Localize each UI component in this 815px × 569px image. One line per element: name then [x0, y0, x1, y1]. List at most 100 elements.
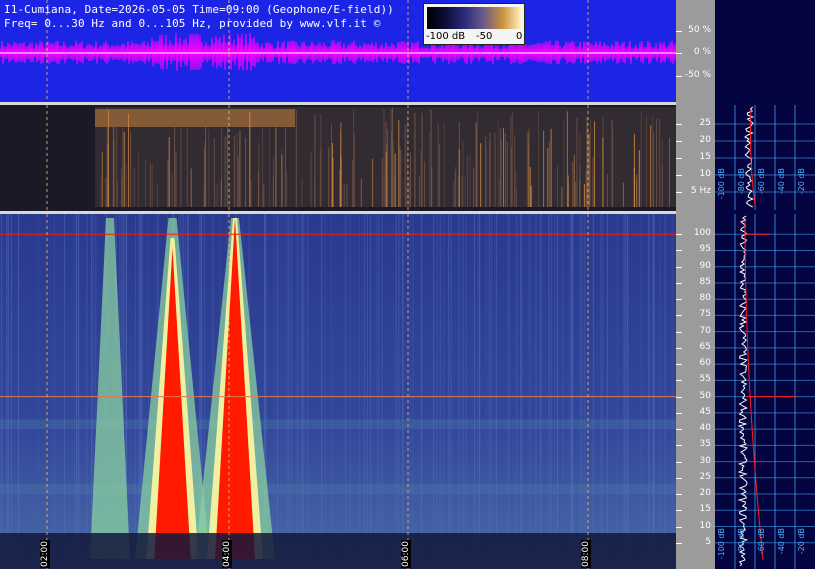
spectrogram-low-streak — [400, 150, 402, 207]
spectrogram-full-streak — [539, 214, 541, 569]
spectrogram-low-streak — [353, 109, 355, 207]
spectrogram-low-streak — [418, 175, 420, 207]
spec-full-tick-mark — [676, 315, 682, 316]
spectrogram-low-streak — [512, 111, 513, 207]
spec-full-tick-mark — [676, 543, 682, 544]
waveform-trace — [0, 32, 676, 72]
spec-full-tick-mark — [676, 494, 682, 495]
spectrogram-low-streak — [557, 165, 558, 207]
spectrogram-low-streak — [572, 161, 574, 207]
spectrogram-low-streak — [100, 177, 102, 207]
waveform-tick-mark — [676, 53, 682, 54]
spectrogram-low-streak — [310, 152, 312, 207]
profile-level-label-upper: -40 dB — [777, 168, 786, 195]
waveform-tick-mark — [676, 31, 682, 32]
spectrogram-full-streak — [349, 214, 351, 569]
spectrogram-low-streak — [543, 130, 545, 207]
spec-full-tick-mark — [676, 527, 682, 528]
spectrogram-low-streak — [566, 111, 568, 207]
spectrogram-low-streak — [594, 121, 595, 207]
spectrogram-full-streak — [465, 214, 467, 569]
spectrogram-low-streak — [117, 180, 118, 207]
spectrogram-full-streak — [519, 214, 521, 569]
spectrogram-full-streak — [462, 214, 464, 569]
spectrogram-low-streak — [464, 177, 466, 207]
spectrogram-low-streak — [499, 127, 501, 207]
spectrogram-low-streak — [138, 150, 140, 207]
spectrogram-low-streak — [458, 176, 460, 207]
colorbar-min-label: -100 dB — [426, 31, 466, 42]
spectrogram-full-streak — [508, 214, 510, 569]
spectrogram-low-streak — [272, 157, 274, 207]
spectrogram-low-streak — [640, 110, 642, 207]
spectrogram-full-streak — [301, 214, 303, 569]
spectrogram-low-streak — [250, 180, 252, 207]
spectrogram-full-streak — [664, 214, 666, 569]
spectrogram-full-streak — [485, 214, 487, 569]
spectrogram-low-streak — [514, 135, 516, 207]
spectrogram-low-streak — [236, 133, 238, 207]
spectrogram-low-streak — [414, 112, 416, 207]
spectrogram-full-streak — [276, 214, 278, 569]
spectral-profile-plot — [715, 105, 815, 569]
spectrogram-full-streak — [378, 214, 380, 569]
colorbar-legend: -100 dB -50 0 — [423, 3, 525, 45]
spectrogram-low-streak — [123, 131, 125, 207]
spec-full-tick-mark — [676, 299, 682, 300]
spectrogram-full-streak — [624, 214, 626, 569]
spectrogram-low-streak — [167, 160, 169, 207]
spectrogram-low-streak — [563, 118, 565, 207]
spectrogram-low-streak — [526, 131, 528, 207]
spectrogram-low-streak — [489, 132, 491, 207]
spectrogram-full-streak — [584, 214, 586, 569]
spectrogram-full-streak — [570, 214, 572, 569]
spectrogram-low-streak — [394, 153, 396, 207]
spectrogram-low-streak — [392, 107, 393, 207]
spectrogram-low-streak — [275, 155, 277, 207]
spectrogram-full-streak — [554, 214, 555, 569]
spectrogram-low-streak — [204, 141, 206, 207]
spectrogram-low-streak — [516, 187, 518, 207]
colorbar-gradient — [427, 7, 521, 29]
spectrogram-low-streak — [107, 155, 108, 207]
spectrogram-full-streak — [495, 214, 497, 569]
profile-level-label: -80 dB — [737, 528, 746, 555]
spectrogram-full-streak — [651, 214, 653, 569]
spectrogram-full-streak — [529, 214, 531, 569]
waveform-panel: I1-Cumiana, Date=2026-05-05 Time=09:00 (… — [0, 0, 676, 102]
spectrogram-low-streak — [105, 177, 107, 207]
spectrogram-low-streak — [538, 110, 539, 207]
spec-low-tick-mark — [676, 124, 682, 125]
spectrogram-full-streak — [627, 214, 629, 569]
spectrogram-low-streak — [576, 117, 578, 207]
spectrogram-full-streak — [450, 214, 452, 569]
spectrogram-full-streak — [443, 214, 445, 569]
spectrogram-low-streak — [588, 133, 590, 207]
spec-full-tick-label: 80 — [699, 293, 711, 303]
colorbar-max-label: 0 — [516, 31, 523, 42]
spectrogram-low-streak — [497, 119, 499, 207]
spectrogram-full-streak — [600, 214, 602, 569]
spectrogram-full-streak — [409, 214, 411, 569]
spectrogram-full-streak — [581, 214, 583, 569]
spectrogram-low-streak — [579, 133, 581, 207]
spectrogram-low-streak — [477, 110, 479, 207]
spectrogram-low-streak — [295, 110, 297, 207]
spectrogram-low-streak — [151, 163, 153, 207]
spectrogram-full-streak — [366, 214, 368, 569]
spectrogram-low-streak — [301, 177, 303, 207]
spectrogram-low-streak — [320, 114, 322, 207]
spectrogram-full-streak — [296, 214, 297, 569]
spectrogram-full-streak — [287, 214, 289, 569]
spectrogram-full-streak — [363, 214, 365, 569]
spectrogram-low-streak — [208, 129, 210, 207]
spectrogram-low-streak — [409, 152, 411, 207]
spectrogram-full-streak — [507, 214, 509, 569]
spectrogram-low-streak — [503, 127, 504, 207]
spectrogram-full-streak — [285, 214, 287, 569]
spectrogram-full-streak — [540, 214, 542, 569]
spectrogram-full-streak — [433, 214, 435, 569]
spectrogram-low-streak — [424, 161, 425, 207]
spectrogram-low-streak — [263, 184, 265, 207]
spectrogram-full-plot — [0, 214, 676, 569]
